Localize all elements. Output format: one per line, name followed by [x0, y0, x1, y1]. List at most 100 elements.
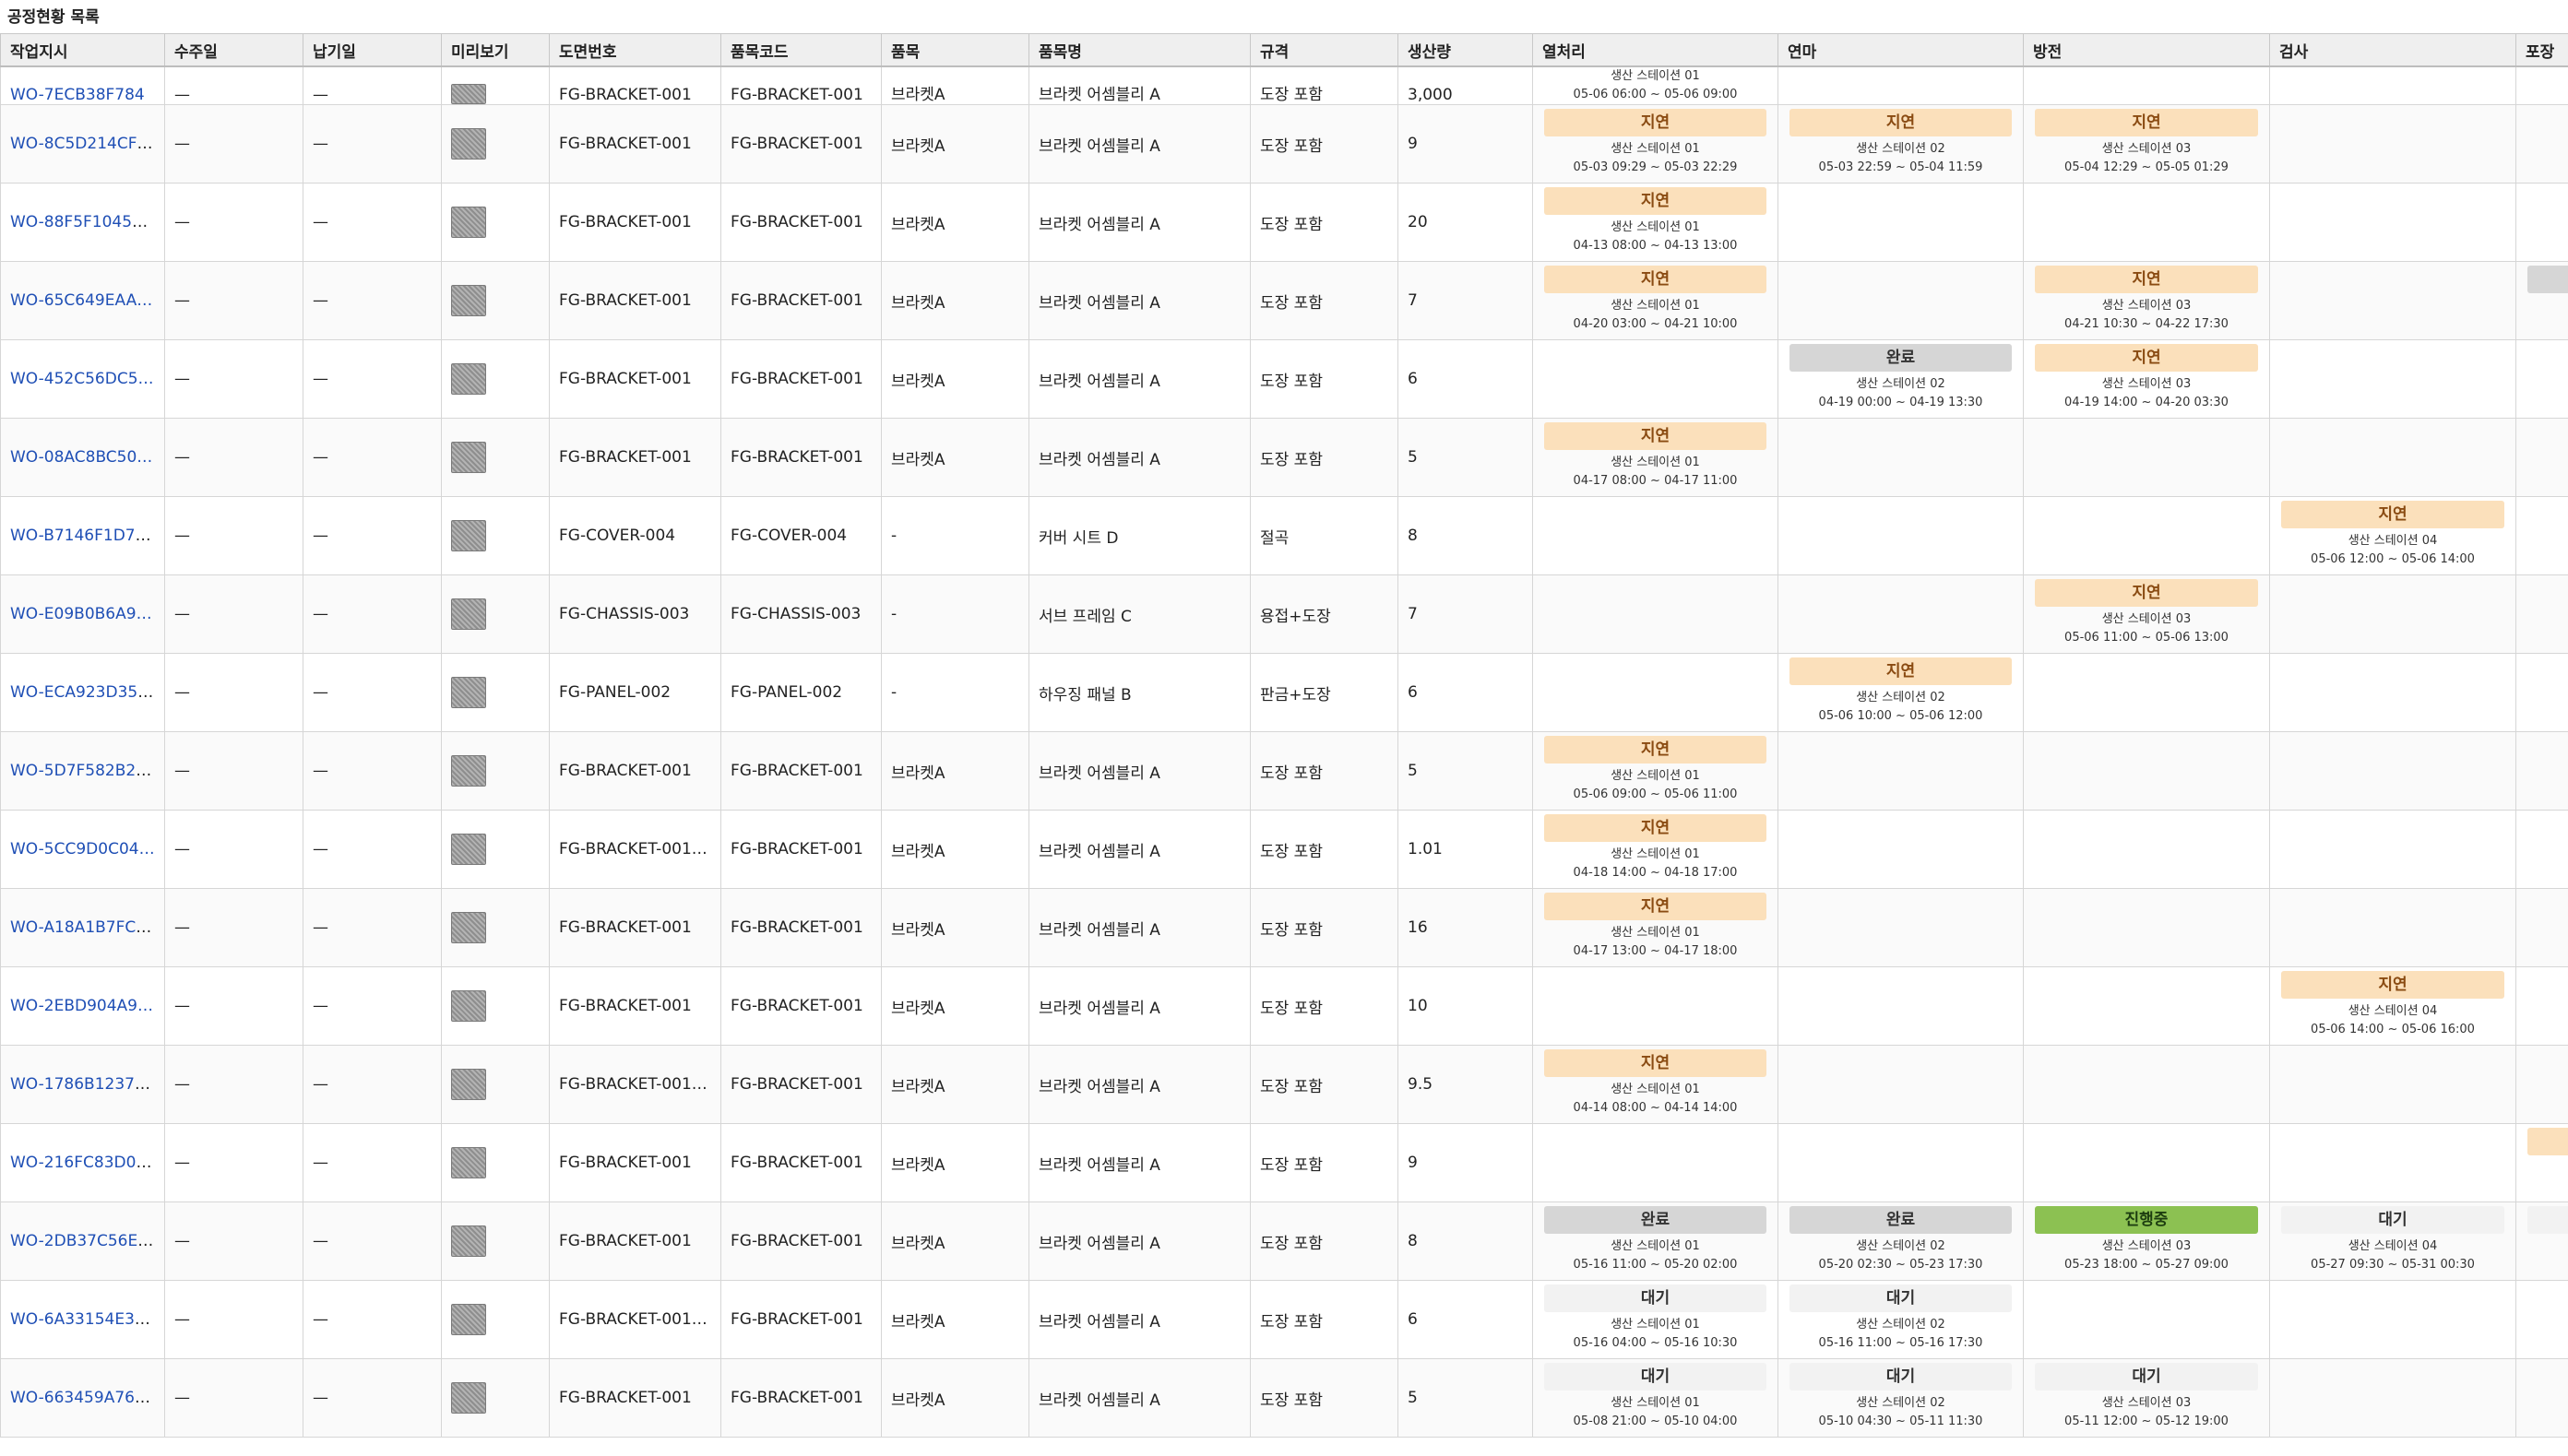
status-badge[interactable]: 대기 [1789, 1284, 2012, 1312]
status-badge[interactable]: 지연 [2281, 971, 2504, 999]
status-badge[interactable]: 완료 [1789, 344, 2012, 372]
table-row[interactable]: WO-5CC9D0C04… — — FG-BRACKET-001… FG-BRACKET… [0, 810, 2568, 889]
table-row[interactable]: WO-B7146F1D7F67— — FG-COVER-004 FG-COVER-00… [0, 496, 2568, 575]
drawing-thumbnail[interactable] [451, 207, 486, 238]
work-order-link[interactable]: WO-452C56DC5… [10, 370, 154, 388]
drawing-thumbnail[interactable] [451, 834, 486, 865]
status-badge[interactable]: 지연 [2035, 266, 2258, 293]
status-badge[interactable]: 지연 [2281, 501, 2504, 528]
table-row[interactable]: WO-663459A76F… — — FG-BRACKET-001 FG-BRACKET… [0, 1358, 2568, 1438]
table-row[interactable]: WO-7ECB38F784 — — FG-BRACKET-001 FG-BRAC… [0, 65, 2568, 105]
status-badge[interactable]: 지연 [2035, 579, 2258, 607]
drawing-thumbnail[interactable] [451, 1069, 486, 1100]
work-order-link[interactable]: WO-ECA923D35516 [10, 683, 164, 702]
status-badge[interactable]: 지연 [1789, 109, 2012, 136]
work-order-link[interactable]: WO-A18A1B7FCF5B [10, 918, 164, 937]
col-header-packing[interactable]: 포장 [2515, 33, 2568, 67]
status-badge[interactable]: 지연 [2035, 344, 2258, 372]
col-header-item[interactable]: 품목 [881, 33, 1029, 67]
work-order-link[interactable]: WO-8C5D214CF9… [10, 135, 162, 153]
col-header-due-date[interactable]: 납기일 [303, 33, 442, 67]
drawing-thumbnail[interactable] [451, 598, 486, 630]
drawing-thumbnail[interactable] [451, 1382, 486, 1414]
drawing-thumbnail[interactable] [451, 1147, 486, 1178]
status-badge[interactable]: 대기 [1544, 1284, 1766, 1312]
drawing-thumbnail[interactable] [451, 84, 486, 104]
work-order-link[interactable]: WO-2DB37C56E8… [10, 1232, 163, 1250]
status-badge[interactable]: 지연 [1544, 1049, 1766, 1077]
status-badge[interactable]: 지연 [1789, 657, 2012, 685]
table-row[interactable]: WO-88F5F1045B… — — FG-BRACKET-001 FG-BRACKET… [0, 183, 2568, 262]
work-order-link[interactable]: WO-1786B12374ED [10, 1075, 164, 1094]
table-row[interactable]: WO-2EBD904A9… — — FG-BRACKET-001 FG-BRACKET-… [0, 966, 2568, 1046]
status-badge[interactable]: 대기 [2281, 1206, 2504, 1234]
drawing-thumbnail[interactable] [451, 755, 486, 787]
table-row[interactable]: WO-2DB37C56E8… — — FG-BRACKET-001 FG-BRACKET… [0, 1201, 2568, 1281]
work-order-link[interactable]: WO-216FC83D09… [10, 1154, 161, 1172]
col-header-heat-treatment[interactable]: 열처리 [1532, 33, 1778, 67]
status-badge[interactable] [2527, 1128, 2568, 1155]
work-order-link[interactable]: WO-08AC8BC50… [10, 448, 152, 467]
heat-treatment-cell: 완료 생산 스테이션 01 05-16 11:00 ~ 05-20 02:00 [1532, 1201, 1778, 1281]
work-order-link[interactable]: WO-2EBD904A9… [10, 997, 153, 1015]
table-row[interactable]: WO-A18A1B7FCF5B — — FG-BRACKET-001 FG-BRACKE… [0, 888, 2568, 967]
table-row[interactable]: WO-8C5D214CF9… — — FG-BRACKET-001 FG-BRACKET… [0, 104, 2568, 183]
table-row[interactable]: WO-65C649EAA… — — FG-BRACKET-001 FG-BRACKET-… [0, 261, 2568, 340]
col-header-quantity[interactable]: 생산량 [1397, 33, 1533, 67]
work-order-link[interactable]: WO-5CC9D0C04… [10, 840, 155, 858]
drawing-thumbnail[interactable] [451, 677, 486, 708]
work-order-link[interactable]: WO-5D7F582B21B3 [10, 762, 164, 780]
status-badge[interactable]: 지연 [1544, 422, 1766, 450]
col-header-edm[interactable]: 방전 [2023, 33, 2270, 67]
status-badge[interactable] [2527, 1206, 2568, 1234]
status-badge[interactable]: 지연 [2035, 109, 2258, 136]
drawing-no-cell: FG-BRACKET-001 [549, 966, 721, 1046]
drawing-thumbnail[interactable] [451, 912, 486, 943]
status-badge[interactable]: 지연 [1544, 893, 1766, 920]
table-row[interactable]: WO-6A33154E30… — — FG-BRACKET-001… FG-BRACKE… [0, 1280, 2568, 1359]
col-header-spec[interactable]: 규격 [1250, 33, 1398, 67]
work-order-link[interactable]: WO-B7146F1D7F67 [10, 527, 164, 545]
work-order-link[interactable]: WO-65C649EAA… [10, 291, 152, 310]
work-order-link[interactable]: WO-6A33154E30… [10, 1310, 160, 1329]
status-badge[interactable]: 대기 [1544, 1363, 1766, 1391]
status-badge[interactable]: 지연 [1544, 109, 1766, 136]
status-badge[interactable]: 대기 [1789, 1363, 2012, 1391]
status-badge[interactable]: 대기 [2035, 1363, 2258, 1391]
status-badge[interactable]: 완료 [1544, 1206, 1766, 1234]
drawing-thumbnail[interactable] [451, 128, 486, 160]
col-header-item-code[interactable]: 품목코드 [720, 33, 882, 67]
col-header-work-order[interactable]: 작업지시 [0, 33, 165, 67]
col-header-preview[interactable]: 미리보기 [441, 33, 550, 67]
drawing-thumbnail[interactable] [451, 990, 486, 1022]
col-header-drawing-no[interactable]: 도면번호 [549, 33, 721, 67]
status-badge[interactable]: 지연 [1544, 736, 1766, 764]
col-header-item-name[interactable]: 품목명 [1028, 33, 1251, 67]
table-row[interactable]: WO-E09B0B6A9… — — FG-CHASSIS-003 FG-CHASSIS-… [0, 574, 2568, 654]
drawing-thumbnail[interactable] [451, 520, 486, 551]
status-badge[interactable]: 지연 [1544, 187, 1766, 215]
status-badge[interactable]: 완료 [1789, 1206, 2012, 1234]
status-badge[interactable]: 지연 [1544, 814, 1766, 842]
status-badge[interactable] [2527, 266, 2568, 293]
drawing-thumbnail[interactable] [451, 363, 486, 395]
table-row[interactable]: WO-5D7F582B21B3— — FG-BRACKET-001 FG-BRACKE… [0, 731, 2568, 811]
work-order-link[interactable]: WO-663459A76F… [10, 1389, 160, 1407]
col-header-grinding[interactable]: 연마 [1777, 33, 2024, 67]
drawing-thumbnail[interactable] [451, 1304, 486, 1335]
table-row[interactable]: WO-452C56DC5… — — FG-BRACKET-001 FG-BRACKET-… [0, 339, 2568, 419]
status-badge[interactable]: 진행중 [2035, 1206, 2258, 1234]
drawing-thumbnail[interactable] [451, 1225, 486, 1257]
col-header-order-date[interactable]: 수주일 [164, 33, 303, 67]
table-row[interactable]: WO-1786B12374ED — — FG-BRACKET-001… FG-BRACK… [0, 1045, 2568, 1124]
work-order-link[interactable]: WO-E09B0B6A9… [10, 605, 152, 623]
col-header-inspection[interactable]: 검사 [2269, 33, 2516, 67]
status-badge[interactable]: 지연 [1544, 266, 1766, 293]
table-row[interactable]: WO-216FC83D09… — — FG-BRACKET-001 FG-BRACKET… [0, 1123, 2568, 1202]
table-row[interactable]: WO-08AC8BC50… — — FG-BRACKET-001 FG-BRACKET-… [0, 418, 2568, 497]
work-order-link[interactable]: WO-88F5F1045B… [10, 213, 159, 231]
drawing-thumbnail[interactable] [451, 285, 486, 316]
drawing-thumbnail[interactable] [451, 442, 486, 473]
table-row[interactable]: WO-ECA923D35516— — FG-PANEL-002 FG-PANEL-00… [0, 653, 2568, 732]
work-order-link[interactable]: WO-7ECB38F784 [10, 86, 145, 104]
